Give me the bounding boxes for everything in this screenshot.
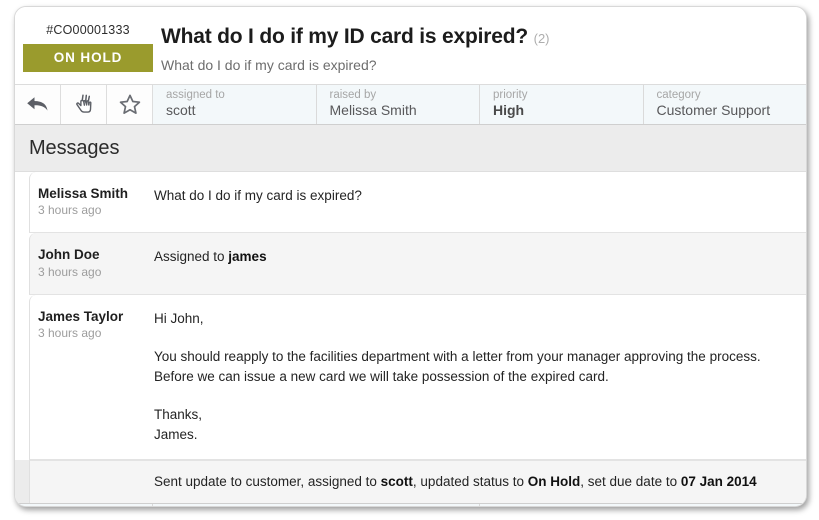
message-text: Hi John,: [154, 310, 204, 326]
messages-heading: Messages: [29, 136, 120, 159]
message-row[interactable]: James Taylor 3 hours ago Hi John, You shoul…: [29, 294, 806, 460]
message-text: You should reapply to the facilities dep…: [154, 349, 761, 365]
message-author-column: Melissa Smith 3 hours ago: [30, 172, 154, 232]
forward-button[interactable]: [15, 504, 61, 506]
message-author-column: John Doe 3 hours ago: [30, 233, 154, 293]
message-body: Hi John, You should reapply to the facili…: [154, 295, 806, 459]
meta-label-priority: priority: [493, 88, 528, 101]
ticket-meta-bar: assigned to scott raised by Melissa Smit…: [15, 83, 807, 125]
knowledge-base-button[interactable]: [61, 504, 107, 506]
ticket-card: #CO00001333 ON HOLD What do I do if my I…: [14, 6, 807, 507]
message-line: Before we can issue a new card we will t…: [154, 367, 788, 387]
ticket-title-block: What do I do if my ID card is expired? (…: [153, 23, 806, 74]
meta-value-raised-by: Melissa Smith: [329, 102, 417, 119]
system-note-spacer: [30, 461, 154, 504]
message-author-name: John Doe: [38, 247, 100, 263]
footer-attachments[interactable]: attachments None: [480, 504, 806, 506]
system-note-text: Sent update to customer, assigned to sco…: [154, 461, 806, 504]
message-emphasis: james: [228, 249, 267, 265]
page-title: What do I do if my ID card is expired? (…: [161, 25, 806, 49]
message-line: What do I do if my card is expired?: [154, 186, 788, 206]
meta-raised-by[interactable]: raised by Melissa Smith: [317, 84, 480, 124]
edit-button[interactable]: [106, 504, 152, 506]
meta-category[interactable]: category Customer Support: [644, 85, 807, 124]
meta-value-priority: High: [493, 102, 525, 119]
reply-icon: [25, 94, 51, 114]
message-timestamp: 3 hours ago: [38, 325, 102, 340]
footer-other-recipients[interactable]: other recipients None: [153, 504, 480, 506]
system-note-emphasis: On Hold: [527, 473, 581, 489]
system-note-segment: Sent update to customer, assigned to: [154, 473, 381, 489]
meta-value-category: Customer Support: [656, 102, 771, 119]
page-root: #CO00001333 ON HOLD What do I do if my I…: [0, 0, 819, 520]
message-line: Assigned to james: [154, 247, 788, 267]
message-author-name: James Taylor: [38, 308, 124, 324]
system-note-segment: , set due date to: [580, 473, 681, 489]
meta-value-assigned-to: scott: [166, 102, 196, 119]
message-line-gap: [154, 328, 788, 347]
message-body: What do I do if my card is expired?: [154, 172, 806, 220]
message-row[interactable]: John Doe 3 hours ago Assigned to james: [29, 233, 806, 295]
hand-button[interactable]: [61, 84, 107, 124]
ticket-id-block: #CO00001333 ON HOLD: [15, 23, 153, 72]
message-body: Assigned to james: [154, 233, 806, 281]
system-note-segment: , updated status to: [412, 473, 528, 489]
reply-button[interactable]: [15, 84, 61, 124]
star-button[interactable]: [107, 84, 153, 124]
system-note-emphasis: 07 Jan 2014: [680, 473, 757, 489]
message-line: James.: [154, 425, 788, 445]
message-text: Assigned to: [154, 249, 229, 265]
footer-action-toolbar: [15, 504, 153, 506]
message-timestamp: 3 hours ago: [38, 264, 102, 279]
message-text: Thanks,: [154, 407, 203, 423]
ticket-title-text: What do I do if my ID card is expired?: [161, 25, 528, 48]
message-timestamp: 3 hours ago: [38, 203, 102, 218]
ticket-subtitle: What do I do if my card is expired?: [161, 57, 377, 74]
meta-label-raised-by: raised by: [329, 88, 377, 101]
message-list: Melissa Smith 3 hours ago What do I do if …: [15, 170, 806, 460]
ticket-action-toolbar: [15, 84, 153, 124]
ticket-header: #CO00001333 ON HOLD What do I do if my I…: [15, 7, 806, 84]
ticket-footer-bar: other recipients None attachments None: [15, 503, 806, 506]
message-line: Hi John,: [154, 309, 788, 329]
message-text: James.: [154, 426, 198, 442]
star-icon: [118, 93, 142, 116]
hand-icon: [72, 93, 96, 115]
messages-section: Messages Melissa Smith 3 hours ago What do…: [15, 124, 806, 504]
meta-label-assigned-to: assigned to: [166, 88, 225, 101]
message-text: Before we can issue a new card we will t…: [154, 368, 609, 384]
ticket-id: #CO00001333: [46, 23, 130, 37]
meta-label-category: category: [656, 88, 701, 101]
message-line: You should reapply to the facilities dep…: [154, 347, 788, 367]
meta-assigned-to[interactable]: assigned to scott: [153, 84, 317, 124]
message-row[interactable]: Melissa Smith 3 hours ago What do I do if …: [29, 171, 806, 234]
message-text: What do I do if my card is expired?: [154, 187, 362, 203]
message-line: Thanks,: [154, 405, 788, 425]
meta-priority[interactable]: priority High: [480, 84, 644, 124]
message-author-name: Melissa Smith: [38, 185, 129, 201]
message-count: (2): [533, 31, 550, 46]
system-note-row: Sent update to customer, assigned to sco…: [29, 459, 806, 504]
message-author-column: James Taylor 3 hours ago: [30, 295, 154, 355]
status-badge[interactable]: ON HOLD: [23, 44, 153, 72]
message-line-gap: [154, 386, 788, 405]
system-note-emphasis: scott: [380, 473, 413, 489]
